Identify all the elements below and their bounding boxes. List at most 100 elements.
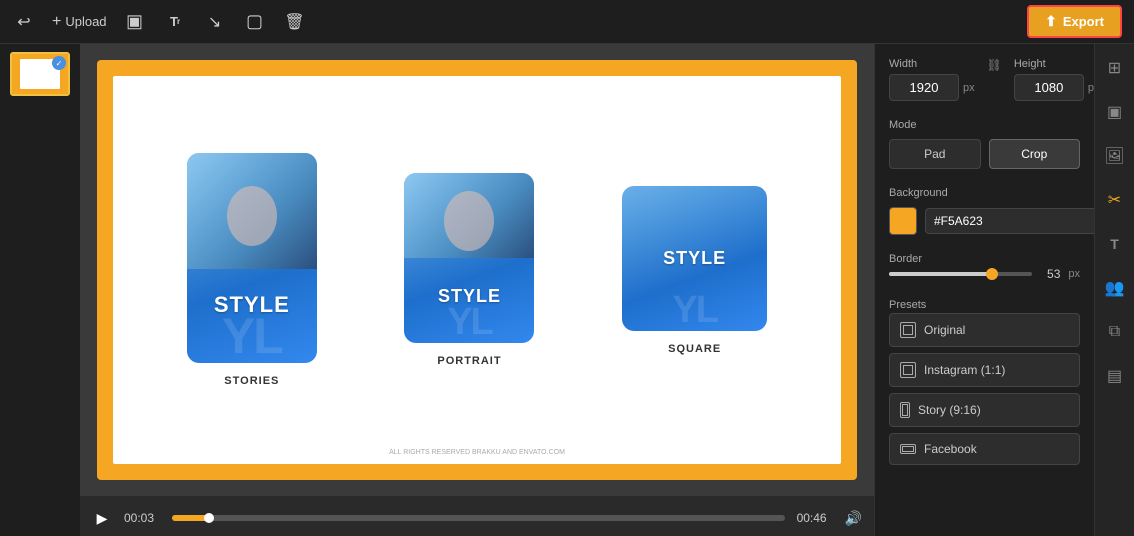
stories-style-text: STYLE <box>214 292 290 318</box>
export-icon: ⬆ <box>1045 13 1057 30</box>
undo-icon[interactable]: ↩ <box>12 10 36 34</box>
slider-thumb[interactable] <box>986 268 998 280</box>
volume-icon[interactable]: 🔊 <box>845 510 862 527</box>
preset-original-icon-inner <box>903 325 913 335</box>
preset-original-button[interactable]: Original <box>889 313 1080 347</box>
face-oval-portrait <box>444 191 494 251</box>
height-input[interactable] <box>1014 74 1084 101</box>
preset-story-icon <box>900 402 910 418</box>
layers-icon[interactable]: ▤ <box>1101 362 1129 390</box>
portrait-label: PORTRAIT <box>437 355 501 367</box>
border-slider-track[interactable] <box>889 272 1032 276</box>
mode-crop-button[interactable]: Crop <box>989 139 1081 169</box>
toolbar: ↩ + Upload ▣ Tr ↘ ▢ 🗑 ⬆ Export <box>0 0 1134 44</box>
bg-row <box>889 207 1080 235</box>
play-button[interactable]: ▶ <box>92 508 112 528</box>
thumbnail-item[interactable]: ✓ <box>10 52 70 96</box>
bg-hex-input[interactable] <box>925 208 1094 234</box>
frame-icon[interactable]: ▣ <box>1101 98 1129 126</box>
preset-instagram-icon-inner <box>903 365 913 375</box>
bg-label: Background <box>889 187 948 199</box>
preset-instagram-label: Instagram (1:1) <box>924 363 1005 377</box>
width-input-row: px <box>889 74 975 101</box>
portrait-style-text: STYLE <box>438 286 501 307</box>
mode-pad-button[interactable]: Pad <box>889 139 981 169</box>
presets-label: Presets <box>889 299 926 311</box>
right-panel: Width px ⛓ Height px <box>874 44 1094 536</box>
arrow-icon[interactable]: ↘ <box>203 10 227 34</box>
stories-card[interactable]: STYLE YL <box>187 153 317 363</box>
square-card-wrap: STYLE YL SQUARE <box>622 186 767 355</box>
playback-bar: ▶ 00:03 00:46 🔊 <box>80 496 874 536</box>
canvas-inner: STYLE YL STORIES <box>113 76 841 464</box>
width-input[interactable] <box>889 74 959 101</box>
export-button[interactable]: ⬆ Export <box>1027 5 1122 38</box>
canvas-frame: STYLE YL STORIES <box>97 60 857 480</box>
square-card[interactable]: STYLE YL <box>622 186 767 331</box>
square-label: SQUARE <box>668 343 721 355</box>
crop-icon[interactable]: ✂ <box>1101 186 1129 214</box>
plus-icon: + <box>52 13 61 31</box>
stories-label: STORIES <box>224 375 279 387</box>
canvas-area: STYLE YL STORIES <box>80 44 874 536</box>
portrait-bg-text: YL <box>404 303 534 341</box>
people-icon[interactable]: 👥 <box>1101 274 1129 302</box>
portrait-card-wrap: STYLE YL PORTRAIT <box>404 173 534 367</box>
portrait-card-photo <box>404 173 534 258</box>
image-icon[interactable]: 🖼 <box>1101 142 1129 170</box>
sliders-icon[interactable]: ⧉ <box>1101 318 1129 346</box>
grid-icon[interactable]: ⊞ <box>1101 54 1129 82</box>
mode-row: Pad Crop <box>889 139 1080 169</box>
right-icon-rail: ⊞ ▣ 🖼 ✂ T 👥 ⧉ ▤ <box>1094 44 1134 536</box>
square-style-text: STYLE <box>663 248 726 269</box>
upload-label: Upload <box>65 14 106 29</box>
link-icon[interactable]: ⛓ <box>985 58 1004 72</box>
thumbnail-check: ✓ <box>52 56 66 70</box>
save-icon[interactable]: ▣ <box>123 10 147 34</box>
preset-original-label: Original <box>924 323 965 337</box>
copyright-text: ALL RIGHTS RESERVED BRAKKU AND ENVATO.CO… <box>389 449 565 456</box>
height-input-row: px <box>1014 74 1094 101</box>
border-section: Border 53 px <box>889 249 1080 281</box>
square-bg-text: YL <box>622 291 767 329</box>
height-group: Height px <box>1014 58 1094 101</box>
toolbar-left: ↩ + Upload ▣ Tr ↘ ▢ 🗑 <box>12 10 1011 34</box>
left-sidebar: ✓ <box>0 44 80 536</box>
preset-facebook-icon <box>900 444 916 454</box>
dimensions-row: Width px ⛓ Height px <box>889 58 1080 101</box>
stories-bg-text: YL <box>187 311 317 361</box>
text-t-icon[interactable]: T <box>1101 230 1129 258</box>
width-unit: px <box>963 82 975 94</box>
border-slider-row: 53 px <box>889 267 1080 281</box>
mode-label: Mode <box>889 119 917 131</box>
right-main: Width px ⛓ Height px <box>875 44 1094 536</box>
preset-story-label: Story (9:16) <box>918 403 981 417</box>
face-overlay-portrait <box>404 173 534 258</box>
text-icon[interactable]: Tr <box>163 10 187 34</box>
current-time: 00:03 <box>124 511 160 525</box>
stories-card-wrap: STYLE YL STORIES <box>187 153 317 387</box>
slider-filled <box>889 272 992 276</box>
preset-facebook-icon-inner <box>902 446 914 452</box>
rect-icon[interactable]: ▢ <box>243 10 267 34</box>
preset-instagram-button[interactable]: Instagram (1:1) <box>889 353 1080 387</box>
preset-story-button[interactable]: Story (9:16) <box>889 393 1080 427</box>
main-content: ✓ STYLE <box>0 44 1134 536</box>
progress-thumb[interactable] <box>204 513 214 523</box>
border-label: Border <box>889 253 922 265</box>
trash-icon[interactable]: 🗑 <box>283 10 307 34</box>
border-value: 53 <box>1040 267 1060 281</box>
portrait-card[interactable]: STYLE YL <box>404 173 534 343</box>
height-label: Height <box>1014 58 1094 70</box>
progress-track[interactable] <box>172 515 785 521</box>
face-oval <box>227 186 277 246</box>
upload-button[interactable]: + Upload <box>52 13 107 31</box>
preset-facebook-button[interactable]: Facebook <box>889 433 1080 465</box>
preset-story-icon-inner <box>902 404 908 416</box>
export-label: Export <box>1063 14 1104 29</box>
preset-original-icon <box>900 322 916 338</box>
end-time: 00:46 <box>797 511 833 525</box>
bg-color-swatch[interactable] <box>889 207 917 235</box>
preset-facebook-label: Facebook <box>924 442 977 456</box>
presets-section: Presets Original Instagram (1:1) <box>889 295 1080 465</box>
